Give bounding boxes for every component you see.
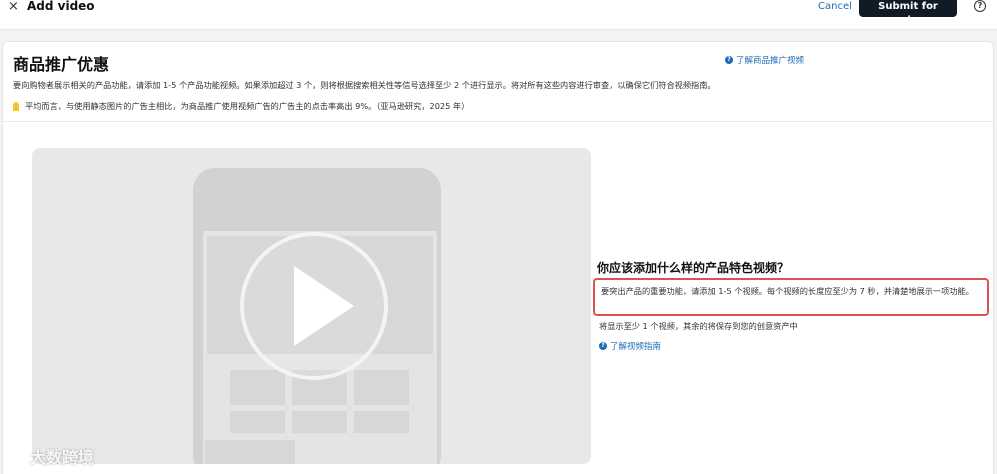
card-description: 要向购物者展示相关的产品功能，请添加 1-5 个产品功能视频。如果添加超过 3 … (13, 80, 716, 90)
submit-for-review-button[interactable]: Submit for review (859, 0, 957, 26)
footer-block (205, 440, 295, 464)
learn-video-guidelines-label: 了解视频指南 (610, 342, 662, 352)
info-title: 你应该添加什么样的产品特色视频？ (597, 261, 790, 275)
learn-promo-video-link[interactable]: ? 了解商品推广视频 (725, 54, 804, 66)
stat-tip-text: 平均而言，与使用静态图片的广告主相比，为商品推广使用视频广告的广告主的点击率高出… (25, 101, 470, 111)
divider (3, 121, 993, 122)
cancel-button[interactable]: Cancel (818, 1, 852, 13)
page-title: Add video (27, 0, 95, 13)
thumb-block-4 (230, 411, 285, 433)
learn-video-guidelines-link[interactable]: ? 了解视频指南 (599, 340, 661, 352)
lightbulb-icon (13, 101, 19, 111)
watermark-logo-icon (8, 447, 26, 465)
help-icon[interactable]: ? (974, 0, 986, 12)
watermark: 大数跨境 (8, 444, 94, 468)
watermark-text: 大数跨境 (30, 448, 95, 467)
top-bar: × Add video Cancel Submit for review ? (0, 0, 997, 30)
thumb-block-6 (354, 411, 409, 433)
thumb-block-3 (354, 370, 409, 405)
info-note: 将显示至少 1 个视频，其余的将保存到您的创意资产中 (599, 321, 798, 331)
learn-promo-video-label: 了解商品推广视频 (736, 56, 805, 66)
thumb-block-1 (230, 370, 285, 405)
question-icon: ? (599, 342, 607, 350)
thumb-block-5 (292, 411, 347, 433)
stat-tip: 平均而言，与使用静态图片的广告主相比，为商品推广使用视频广告的广告主的点击率高出… (13, 100, 469, 112)
highlighted-requirement: 要突出产品的重要功能，请添加 1-5 个视频。每个视频的长度应至少为 7 秒，并… (593, 278, 989, 316)
phone-illustration (193, 168, 441, 464)
question-icon: ? (725, 56, 733, 64)
promo-card: 商品推广优惠 ? 了解商品推广视频 要向购物者展示相关的产品功能，请添加 1-5… (2, 41, 994, 474)
video-placeholder[interactable] (32, 148, 591, 464)
close-icon[interactable]: × (8, 0, 19, 14)
card-title: 商品推广优惠 (13, 55, 110, 74)
